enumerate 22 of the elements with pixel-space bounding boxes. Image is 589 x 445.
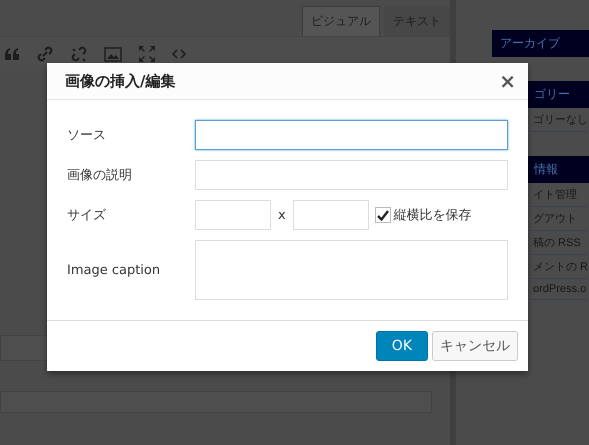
- quote-icon[interactable]: [4, 47, 20, 61]
- cancel-button[interactable]: キャンセル: [432, 331, 518, 361]
- input-field[interactable]: [195, 120, 508, 150]
- editor-tab[interactable]: ビジュアル: [302, 6, 380, 36]
- link-icon[interactable]: [36, 45, 54, 63]
- checkbox[interactable]: [374, 207, 391, 223]
- fullscreen-icon[interactable]: [138, 45, 156, 63]
- ok-button[interactable]: OK: [376, 331, 428, 361]
- field-label: サイズ: [67, 207, 107, 224]
- width-field[interactable]: [195, 200, 271, 230]
- field-label: 画像の説明: [67, 167, 133, 184]
- checkbox-label: 縦横比を保存: [394, 207, 472, 224]
- code-icon[interactable]: [172, 48, 186, 60]
- textarea-field[interactable]: [195, 240, 508, 300]
- field-label: ソース: [67, 127, 107, 144]
- widget-title: アーカイブ: [492, 30, 589, 57]
- dialog-title: 画像の挿入/編集: [65, 72, 176, 90]
- size-separator: x: [278, 208, 286, 222]
- image-icon[interactable]: [104, 46, 122, 62]
- broken-link-icon[interactable]: [70, 45, 88, 63]
- height-field[interactable]: [292, 200, 369, 230]
- field-label: Image caption: [67, 262, 162, 278]
